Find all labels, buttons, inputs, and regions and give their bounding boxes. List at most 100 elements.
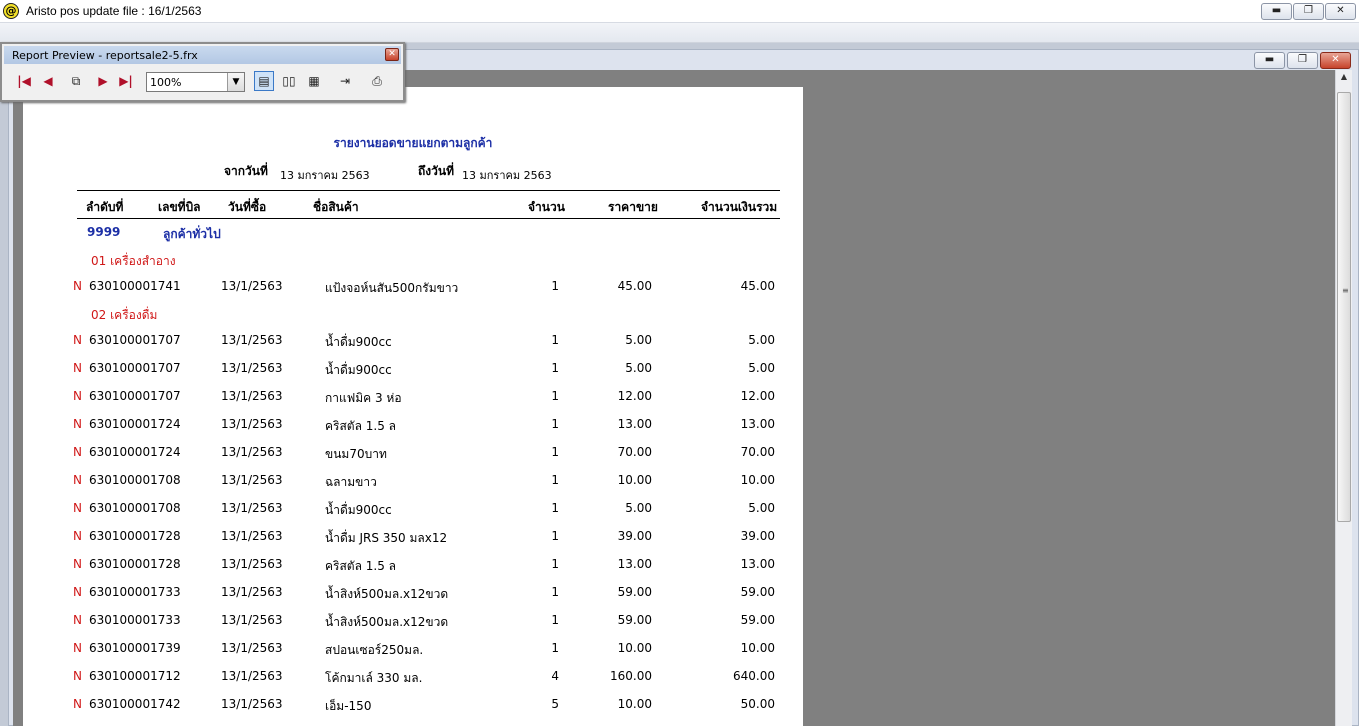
- app-restore-button[interactable]: ❐: [1293, 3, 1324, 20]
- row-product-name: น้ำดื่ม900cc: [325, 335, 392, 349]
- toolbar-title: Report Preview - reportsale2-5.frx: [12, 49, 198, 62]
- row-bill-number: 630100001739: [89, 641, 181, 655]
- col-head-product: ชื่อสินค้า: [313, 200, 359, 214]
- zoom-select[interactable]: 100% ▼: [146, 72, 245, 92]
- row-purchase-date: 13/1/2563: [221, 501, 283, 515]
- menu-band: [0, 23, 1359, 43]
- row-bill-number: 630100001733: [89, 613, 181, 627]
- row-unit-price: 5.00: [625, 333, 652, 347]
- report-preview-toolbar[interactable]: Report Preview - reportsale2-5.frx ✕ |◀ …: [0, 42, 405, 102]
- table-row: N 630100001712 13/1/2563 โค้กมาเล์ 330 มล. 4…: [0, 669, 803, 689]
- row-flag: N: [73, 557, 82, 571]
- row-flag: N: [73, 445, 82, 459]
- copies-icon[interactable]: ⧉: [66, 71, 86, 91]
- table-row: N 630100001724 13/1/2563 คริสตัล 1.5 ล 1 13.0…: [0, 417, 803, 437]
- row-purchase-date: 13/1/2563: [221, 389, 283, 403]
- col-head-qty: จำนวน: [528, 200, 565, 214]
- preview-minimize-button[interactable]: ▬: [1254, 52, 1285, 69]
- customer-name: ลูกค้าทั่วไป: [163, 227, 221, 241]
- preview-restore-button[interactable]: ❐: [1287, 52, 1318, 69]
- toolbar-close-button[interactable]: ✕: [385, 48, 399, 61]
- row-quantity: 1: [551, 445, 559, 459]
- app-close-button[interactable]: ✕: [1325, 3, 1356, 20]
- group-label: 01 เครื่องสำอาง: [91, 254, 176, 268]
- row-product-name: น้ำสิงห์500มล.x12ขวด: [325, 587, 449, 601]
- row-bill-number: 630100001708: [89, 501, 181, 515]
- row-unit-price: 59.00: [617, 613, 652, 627]
- header-bottom-rule: [77, 218, 780, 219]
- row-amount: 59.00: [740, 613, 775, 627]
- group-label: 02 เครื่องดื่ม: [91, 308, 158, 322]
- col-head-price: ราคาขาย: [608, 200, 658, 214]
- zoom-value: 100%: [150, 76, 182, 89]
- app-minimize-button[interactable]: ▬: [1261, 3, 1292, 20]
- row-product-name: คริสตัล 1.5 ล: [325, 559, 397, 573]
- row-purchase-date: 13/1/2563: [221, 279, 283, 293]
- row-unit-price: 45.00: [617, 279, 652, 293]
- row-flag: N: [73, 669, 82, 683]
- table-row: N 630100001739 13/1/2563 สปอนเซอร์250มล. 1 10…: [0, 641, 803, 661]
- header-top-rule: [77, 190, 780, 191]
- row-purchase-date: 13/1/2563: [221, 445, 283, 459]
- row-quantity: 1: [551, 389, 559, 403]
- table-row: N 630100001733 13/1/2563 น้ำสิงห์500มล.x12ข…: [0, 585, 803, 605]
- col-head-date: วันที่ซื้อ: [228, 200, 267, 214]
- row-quantity: 1: [551, 529, 559, 543]
- row-flag: N: [73, 529, 82, 543]
- preview-close-button[interactable]: ✕: [1320, 52, 1351, 69]
- app-title: Aristo pos update file : 16/1/2563: [26, 4, 202, 18]
- row-unit-price: 10.00: [617, 641, 652, 655]
- row-purchase-date: 13/1/2563: [221, 473, 283, 487]
- app-logo-icon: @: [3, 3, 19, 19]
- table-row: N 630100001708 13/1/2563 ฉลามขาว 1 10.00 10.00: [0, 473, 803, 493]
- row-bill-number: 630100001712: [89, 669, 181, 683]
- first-page-icon[interactable]: |◀: [14, 71, 34, 91]
- row-product-name: คริสตัล 1.5 ล: [325, 419, 397, 433]
- row-amount: 13.00: [740, 557, 775, 571]
- row-amount: 50.00: [740, 697, 775, 711]
- scroll-grip-icon: ≡: [1342, 286, 1349, 295]
- row-flag: N: [73, 333, 82, 347]
- col-head-seq: ลำดับที่: [86, 200, 124, 214]
- row-quantity: 1: [551, 473, 559, 487]
- vertical-scrollbar[interactable]: ▲ ≡: [1335, 70, 1352, 726]
- last-page-icon[interactable]: ▶|: [116, 71, 136, 91]
- row-amount: 45.00: [740, 279, 775, 293]
- one-page-view-icon[interactable]: ▤: [254, 71, 274, 91]
- row-flag: N: [73, 697, 82, 711]
- table-row: N 630100001707 13/1/2563 กาแฟมิค 3 ห่อ 1 12.0…: [0, 389, 803, 409]
- row-amount: 640.00: [733, 669, 775, 683]
- row-unit-price: 13.00: [617, 417, 652, 431]
- row-amount: 5.00: [748, 333, 775, 347]
- previous-page-icon[interactable]: ◀: [38, 71, 58, 91]
- row-product-name: น้ำสิงห์500มล.x12ขวด: [325, 615, 449, 629]
- row-unit-price: 13.00: [617, 557, 652, 571]
- scroll-thumb[interactable]: ≡: [1337, 92, 1351, 522]
- row-flag: N: [73, 641, 82, 655]
- row-amount: 10.00: [740, 473, 775, 487]
- row-unit-price: 70.00: [617, 445, 652, 459]
- row-quantity: 5: [551, 697, 559, 711]
- scroll-up-arrow-icon[interactable]: ▲: [1338, 72, 1350, 86]
- row-amount: 13.00: [740, 417, 775, 431]
- next-page-icon[interactable]: ▶: [93, 71, 113, 91]
- row-product-name: แป้งจอห์นสัน500กรัมขาว: [325, 281, 459, 295]
- row-purchase-date: 13/1/2563: [221, 557, 283, 571]
- customer-code: 9999: [87, 225, 121, 239]
- row-purchase-date: 13/1/2563: [221, 697, 283, 711]
- row-unit-price: 39.00: [617, 529, 652, 543]
- row-unit-price: 5.00: [625, 501, 652, 515]
- table-row: N 630100001707 13/1/2563 น้ำดื่ม900cc 1 5.00 5…: [0, 361, 803, 381]
- row-amount: 5.00: [748, 361, 775, 375]
- four-page-view-icon[interactable]: ▦: [304, 71, 324, 91]
- two-page-view-icon[interactable]: ▯▯: [279, 71, 299, 91]
- row-unit-price: 5.00: [625, 361, 652, 375]
- chevron-down-icon[interactable]: ▼: [227, 73, 244, 91]
- row-flag: N: [73, 585, 82, 599]
- row-product-name: น้ำดื่ม JRS 350 มลx12: [325, 531, 448, 545]
- col-head-amount: จำนวนเงินรวม: [701, 200, 778, 214]
- print-icon[interactable]: ⎙: [367, 71, 387, 91]
- exit-preview-icon[interactable]: ⇥: [335, 71, 355, 91]
- app-title-bar: @ Aristo pos update file : 16/1/2563 ▬ ❐…: [0, 0, 1359, 23]
- toolbar-caption[interactable]: Report Preview - reportsale2-5.frx ✕: [4, 46, 401, 64]
